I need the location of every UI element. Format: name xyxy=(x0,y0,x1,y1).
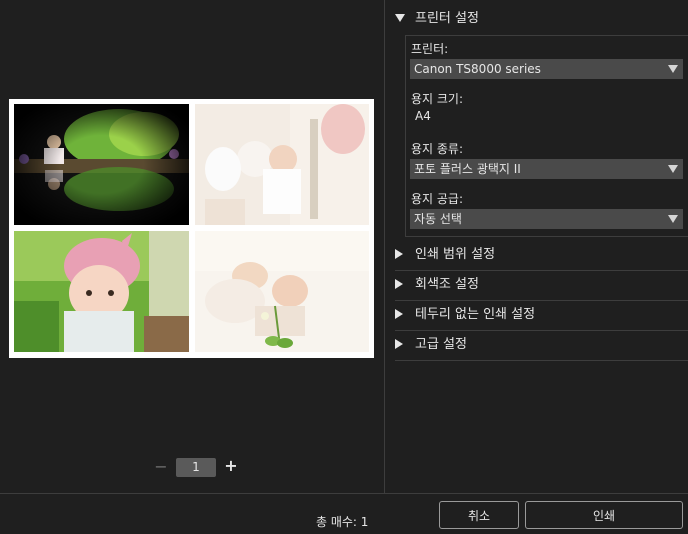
collapse-triangle-icon xyxy=(395,308,403,319)
advanced-settings-title: 고급 설정 xyxy=(415,337,467,352)
paper-type-select[interactable]: 포토 플러스 광택지 II xyxy=(410,159,683,179)
borderless-settings-header[interactable]: 테두리 없는 인쇄 설정 xyxy=(395,305,535,325)
paper-size-label: 용지 크기: xyxy=(411,92,464,106)
grayscale-settings-title: 회색조 설정 xyxy=(415,277,479,292)
dropdown-arrow-icon xyxy=(668,165,678,173)
settings-pane: 프린터 설정 프린터: Canon TS8000 series 용지 크기: A… xyxy=(385,0,688,493)
grayscale-settings-header[interactable]: 회색조 설정 xyxy=(395,275,479,295)
section-divider xyxy=(395,330,688,331)
section-divider xyxy=(395,300,688,301)
page-number-field[interactable]: 1 xyxy=(176,458,216,477)
cancel-button[interactable]: 취소 xyxy=(439,501,519,529)
dropdown-arrow-icon xyxy=(668,215,678,223)
paper-type-label: 용지 종류: xyxy=(411,142,464,156)
page-next-button[interactable]: + xyxy=(224,457,238,475)
collapse-triangle-icon xyxy=(395,248,403,259)
printer-settings-title: 프린터 설정 xyxy=(415,11,479,26)
print-button[interactable]: 인쇄 xyxy=(525,501,683,529)
photo-garden-reflection xyxy=(14,104,189,225)
paper-type-select-value: 포토 플러스 광택지 II xyxy=(414,162,521,176)
printer-label: 프린터: xyxy=(411,42,449,56)
preview-pane: − 1 + xyxy=(0,0,384,493)
collapse-triangle-icon xyxy=(395,278,403,289)
section-divider xyxy=(395,360,688,361)
section-divider xyxy=(395,270,688,271)
print-preview-page xyxy=(9,99,374,358)
paper-source-select[interactable]: 자동 선택 xyxy=(410,209,683,229)
page-prev-button[interactable]: − xyxy=(154,458,168,476)
photo-baby-pink-hat xyxy=(14,231,189,352)
photo-baby-bonnet xyxy=(195,104,369,225)
advanced-settings-header[interactable]: 고급 설정 xyxy=(395,335,467,355)
printer-settings-header[interactable]: 프린터 설정 xyxy=(395,9,479,29)
expand-triangle-icon xyxy=(395,13,405,22)
footer-divider xyxy=(0,493,688,494)
dropdown-arrow-icon xyxy=(668,65,678,73)
borderless-settings-title: 테두리 없는 인쇄 설정 xyxy=(415,307,536,322)
printer-select[interactable]: Canon TS8000 series xyxy=(410,59,683,79)
paper-source-label: 용지 공급: xyxy=(411,192,464,206)
collapse-triangle-icon xyxy=(395,338,403,349)
paper-size-value: A4 xyxy=(415,109,431,123)
photo-baby-flower xyxy=(195,231,369,352)
print-range-settings-title: 인쇄 범위 설정 xyxy=(415,247,496,262)
printer-select-value: Canon TS8000 series xyxy=(414,62,541,76)
total-sheets-label: 총 매수: 1 xyxy=(316,515,369,529)
paper-source-select-value: 자동 선택 xyxy=(414,212,462,226)
print-range-settings-header[interactable]: 인쇄 범위 설정 xyxy=(395,245,495,265)
